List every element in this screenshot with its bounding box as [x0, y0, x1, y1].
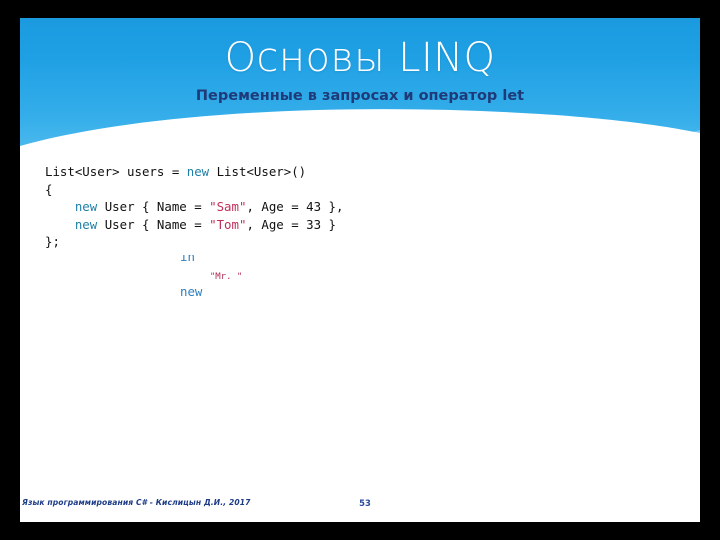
code-block-partial: in "Mr. " new [180, 248, 480, 300]
code-token: List<User>() [209, 164, 307, 179]
code-token: new [74, 199, 98, 215]
code-token: List<User> users = [45, 164, 187, 179]
code-line: List<User> users = new List<User>() [45, 164, 306, 179]
footer-note: Язык программирования C# - Кислицын Д.И.… [22, 498, 251, 507]
code-token: "Sam" [209, 199, 247, 215]
code-token: new [186, 164, 210, 179]
code-token: }; [45, 234, 60, 250]
code-block: List<User> users = new List<User>() { ne… [45, 163, 343, 251]
code-line: new User { Name = "Sam", Age = 43 }, [45, 199, 344, 215]
slide-canvas: Основы LINQ Переменные в запросах и опер… [0, 0, 720, 540]
code-token: User { Name = [97, 216, 210, 232]
code-token: "Tom" [209, 216, 247, 232]
code-token: { [45, 181, 53, 197]
code-token: , Age = 43 }, [246, 199, 344, 215]
code-panel-curve [20, 109, 700, 162]
code-panel: List<User> users = new List<User>() { ne… [20, 109, 700, 255]
code-token: new [180, 284, 203, 300]
code-token: new [74, 216, 98, 232]
slide-number: 53 [359, 498, 371, 508]
code-token: "Mr. " [209, 271, 243, 282]
code-line: { [45, 182, 52, 197]
code-line: new [180, 283, 480, 301]
code-token: User { Name = [97, 199, 210, 215]
code-line: new User { Name = "Tom", Age = 33 } [45, 217, 336, 232]
code-line: }; [45, 234, 60, 249]
code-line: "Mr. " [180, 266, 480, 284]
code-token: , Age = 33 } [246, 216, 336, 232]
